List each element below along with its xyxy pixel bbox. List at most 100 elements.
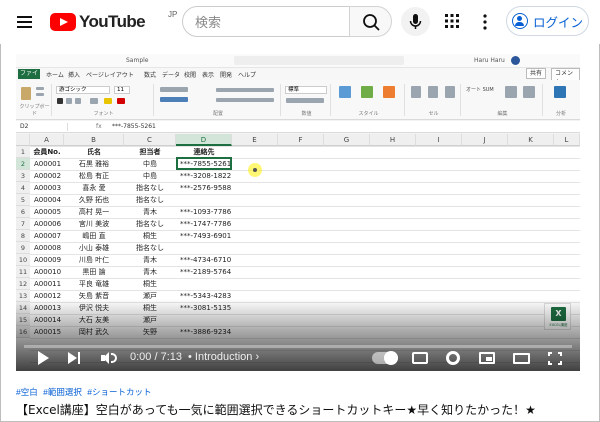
active-cell-outline [176, 157, 232, 170]
ribbon-group-label: 配置 [212, 111, 223, 117]
search-input[interactable]: 検索 [182, 6, 350, 37]
analyze-data-icon [554, 86, 566, 98]
name-cell: 松島 有正 [78, 172, 110, 180]
ribbon-group-label: クリップボード [19, 104, 50, 117]
gear-icon[interactable] [446, 351, 460, 365]
member-id-cell: A00003 [34, 184, 62, 192]
masthead: YouTube JP 検索 ログイン [0, 0, 600, 44]
phone-cell [180, 242, 236, 254]
phone-cell: ***-1093-7786 [180, 208, 232, 216]
member-id-cell: A00001 [34, 160, 62, 168]
progress-bar[interactable] [24, 345, 572, 348]
phone-cell: ***-7493-6901 [180, 232, 232, 240]
font-size-select: 11 [114, 86, 130, 94]
column-header-b: B [64, 134, 124, 146]
ribbon-group-cells: セル [407, 84, 461, 117]
video-title: 【Excel講座】空白があっても一気に範囲選択できるショートカットキー★早く知り… [16, 403, 536, 417]
align-center-icons [160, 97, 188, 102]
member-id-cell: A00002 [34, 172, 62, 180]
name-cell: 小山 泰雄 [78, 244, 110, 252]
mic-icon [409, 14, 422, 29]
row-header: 8 [16, 230, 30, 242]
staff-cell: 桐生 [143, 232, 157, 240]
voice-search-button[interactable] [401, 7, 430, 36]
youtube-logo[interactable]: YouTube JP [50, 10, 177, 33]
name-cell: 嶋田 直 [82, 232, 106, 240]
staff-cell: 中島 [143, 160, 157, 168]
ribbon-group-label: フォント [93, 111, 114, 117]
column-header-e: E [232, 134, 278, 146]
member-id-cell: A00011 [34, 280, 62, 288]
member-id-cell: A00006 [34, 220, 62, 228]
ribbon-group-label: セル [428, 111, 439, 117]
excel-user-avatar [511, 56, 520, 65]
excel-tab-view: 表示 [202, 72, 215, 79]
excel-tab-home: ホーム [46, 72, 64, 79]
hashtag-link[interactable]: #ショートカット [87, 387, 151, 397]
video-player[interactable]: Sample Haru Haru ファイル ホーム 挿入 ページレイアウト 数式… [16, 54, 580, 371]
number-format-select: 標準 [285, 86, 327, 94]
miniplayer-icon[interactable] [479, 352, 495, 364]
phone-cell: ***-1747-7786 [180, 220, 232, 228]
member-id-cell: A00004 [34, 196, 62, 204]
member-id-cell: A00008 [34, 244, 62, 252]
number-format-icons [286, 98, 324, 103]
play-icon[interactable] [38, 351, 49, 365]
excel-share-button: 共有 [526, 68, 547, 79]
column-header-k: K [508, 134, 554, 146]
name-cell: 喜永 愛 [82, 184, 106, 192]
column-header-h: H [370, 134, 416, 146]
row-header: 12 [16, 278, 30, 290]
find-select-icon [523, 86, 535, 98]
cut-icon [36, 87, 44, 90]
hashtags: #空白 #範囲選択 #ショートカット [16, 386, 154, 398]
excel-tab-developer: 開発 [220, 72, 233, 79]
chapter-button[interactable]: • Introduction › [188, 351, 259, 363]
apps-icon[interactable] [443, 12, 461, 30]
excel-tab-help: ヘルプ [238, 72, 257, 79]
staff-cell: 指名なし [136, 220, 164, 228]
hashtag-link[interactable]: #範囲選択 [43, 387, 82, 397]
phone-cell: ***-3208-1822 [180, 172, 232, 180]
header-cell: 氏名 [87, 148, 101, 156]
login-button[interactable]: ログイン [506, 6, 589, 36]
name-cell: 平良 竜雄 [78, 280, 110, 288]
bold-icon [57, 98, 63, 104]
search-button[interactable] [349, 6, 392, 37]
underline-icon [75, 98, 81, 104]
delete-cells-icon [428, 86, 438, 98]
more-options-icon[interactable] [478, 12, 492, 32]
column-header-g: G [324, 134, 370, 146]
align-top-icons [160, 87, 188, 92]
logo-region: JP [168, 10, 178, 19]
autoplay-toggle[interactable] [372, 351, 398, 365]
hashtag-link[interactable]: #空白 [16, 387, 38, 397]
row-header: 2 [16, 158, 30, 170]
formula-value: ***-7855-5261 [112, 123, 156, 130]
phone-cell [180, 194, 236, 206]
ribbon-group-label: 分析 [555, 111, 566, 117]
excel-formula-bar: D2 fx ***-7855-5261 [16, 121, 580, 133]
menu-icon[interactable] [14, 11, 36, 33]
header-cell: 担当者 [139, 148, 161, 156]
account-icon [511, 13, 528, 29]
phone-cell: ***-2189-5764 [180, 268, 232, 276]
name-cell: 久野 拓也 [78, 196, 110, 204]
ribbon-group-analysis: 分析 [545, 84, 577, 117]
fullscreen-icon[interactable] [548, 352, 562, 365]
border-icon [90, 98, 98, 104]
paste-icon [21, 87, 31, 100]
ribbon-group-clipboard: クリップボード [18, 84, 52, 117]
row-header: 1 [16, 146, 30, 158]
next-icon[interactable] [68, 352, 82, 364]
ribbon-group-label: 編集 [497, 111, 508, 117]
member-id-cell: A00005 [34, 208, 62, 216]
theater-mode-icon[interactable] [513, 353, 530, 364]
ribbon-group-editing: オート SUM 編集 [463, 84, 543, 117]
format-cells-icon [445, 86, 455, 98]
staff-cell: 青木 [143, 208, 157, 216]
name-cell: 高村 晃一 [78, 208, 110, 216]
subtitles-icon[interactable] [412, 352, 428, 364]
staff-cell: 指名なし [136, 196, 164, 204]
column-header-c: C [124, 134, 176, 146]
